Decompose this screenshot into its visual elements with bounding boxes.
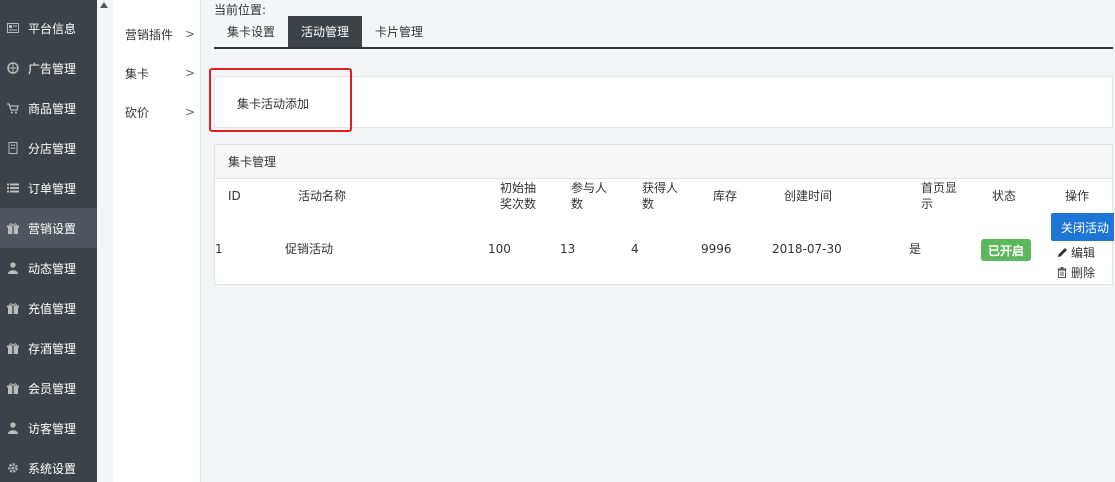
sidebar-item-system-settings[interactable]: 系统设置: [0, 448, 97, 482]
sidebar-item-recharge[interactable]: 充值管理: [0, 288, 97, 328]
user-icon: [6, 422, 20, 434]
submenu-item-label: 营销插件: [125, 27, 174, 42]
sidebar-item-wine-storage[interactable]: 存酒管理: [0, 328, 97, 368]
cell-id: 1: [215, 242, 223, 256]
sidebar-item-members[interactable]: 会员管理: [0, 368, 97, 408]
panel-title: 集卡管理: [215, 145, 1112, 179]
sidebar-item-label: 充值管理: [28, 301, 77, 316]
cell-name: 促销活动: [285, 242, 334, 256]
delete-link[interactable]: 删除: [1057, 264, 1095, 281]
submenu-item-bargain[interactable]: 砍价 >: [125, 102, 195, 122]
cell-stock: 9996: [701, 242, 732, 256]
edit-label: 编辑: [1071, 246, 1096, 260]
sidebar-item-label: 订单管理: [28, 181, 77, 196]
user-icon: [6, 262, 20, 274]
cell-homepage: 是: [909, 242, 922, 256]
scroll-up-arrow-icon[interactable]: [100, 2, 108, 8]
sidebar-item-ads[interactable]: 广告管理: [0, 48, 97, 88]
sidebar-item-label: 会员管理: [28, 381, 77, 396]
pencil-icon: [1057, 247, 1068, 258]
column-header-created: 创建时间: [784, 189, 833, 203]
submenu-item-label: 砍价: [125, 105, 150, 120]
globe-icon: [6, 62, 20, 74]
sidebar-item-label: 平台信息: [28, 21, 77, 36]
sidebar-item-branches[interactable]: 分店管理: [0, 128, 97, 168]
tab-activity-management[interactable]: 活动管理: [288, 16, 363, 47]
sidebar-item-label: 广告管理: [28, 61, 77, 76]
sidebar-item-marketing[interactable]: 营销设置: [0, 208, 97, 248]
sidebar-item-products[interactable]: 商品管理: [0, 88, 97, 128]
highlight-box: [209, 68, 352, 132]
sidebar-item-label: 访客管理: [28, 421, 77, 436]
sidebar-item-label: 商品管理: [28, 101, 77, 116]
newspaper-icon: [6, 22, 20, 34]
gear-icon: [6, 462, 20, 474]
sidebar-item-news[interactable]: 动态管理: [0, 248, 97, 288]
sidebar-item-label: 系统设置: [28, 461, 77, 476]
close-activity-button[interactable]: 关闭活动: [1051, 213, 1114, 241]
gift-icon: [6, 342, 20, 354]
cell-initial-draws: 100: [488, 242, 511, 256]
column-header-homepage: 首页显示: [921, 181, 958, 211]
chevron-right-icon: >: [184, 105, 195, 119]
sidebar-item-label: 营销设置: [28, 221, 77, 236]
cell-created: 2018-07-30: [772, 242, 842, 256]
scrollbar[interactable]: [97, 0, 113, 482]
column-header-participants: 参与人数: [571, 181, 608, 211]
column-header-status: 状态: [992, 189, 1017, 203]
card-collection-table-panel: 集卡管理 ID 活动名称 初始抽奖次数 参与人数 获得人数 库存 创建时间 首页…: [214, 144, 1114, 285]
main-content: 当前位置: 集卡设置 活动管理 卡片管理 集卡活动添加 集卡管理 ID 活动名称…: [201, 0, 1115, 482]
column-header-id: ID: [228, 189, 241, 203]
trash-icon: [1057, 267, 1068, 278]
submenu-item-label: 集卡: [125, 66, 150, 81]
chevron-right-icon: >: [184, 27, 195, 41]
cart-icon: [6, 102, 20, 114]
cell-winners: 4: [631, 242, 639, 256]
column-header-winners: 获得人数: [642, 181, 679, 211]
sidebar-item-label: 动态管理: [28, 261, 77, 276]
cell-participants: 13: [560, 242, 576, 256]
column-header-name: 活动名称: [298, 189, 347, 203]
submenu-item-card-collection[interactable]: 集卡 >: [125, 63, 195, 83]
gift-icon: [6, 382, 20, 394]
list-icon: [6, 182, 20, 194]
building-icon: [6, 142, 20, 154]
sidebar-item-label: 分店管理: [28, 141, 77, 156]
tab-bar: 集卡设置 活动管理 卡片管理: [214, 16, 1113, 49]
status-badge: 已开启: [981, 239, 1031, 261]
submenu-item-marketing-plugins[interactable]: 营销插件 >: [125, 24, 195, 44]
sidebar: 平台信息 广告管理 商品管理 分店管理 订单管理 营销设置 动态管理 充值管理 …: [0, 0, 97, 482]
sidebar-item-platform-info[interactable]: 平台信息: [0, 8, 97, 48]
sidebar-item-visitors[interactable]: 访客管理: [0, 408, 97, 448]
tab-card-settings[interactable]: 集卡设置: [214, 16, 288, 47]
sidebar-item-label: 存酒管理: [28, 341, 77, 356]
sidebar-item-orders[interactable]: 订单管理: [0, 168, 97, 208]
gift-icon: [6, 222, 20, 234]
tab-card-management[interactable]: 卡片管理: [362, 16, 436, 47]
edit-link[interactable]: 编辑: [1057, 244, 1095, 261]
delete-label: 删除: [1071, 266, 1096, 280]
gift-icon: [6, 302, 20, 314]
column-header-actions: 操作: [1065, 189, 1090, 203]
column-header-stock: 库存: [713, 189, 738, 203]
chevron-right-icon: >: [184, 66, 195, 80]
column-header-initial-draws: 初始抽奖次数: [500, 181, 537, 211]
submenu: 营销插件 > 集卡 > 砍价 >: [113, 0, 201, 482]
